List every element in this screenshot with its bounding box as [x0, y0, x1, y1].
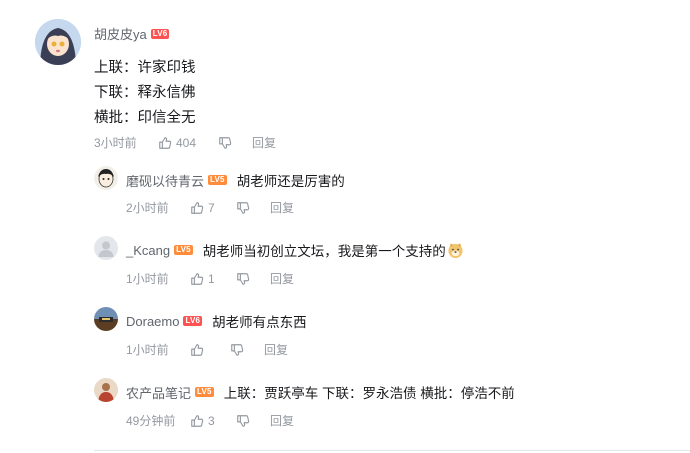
comment-meta: 1小时前 回复	[126, 341, 288, 358]
comment-time: 1小时前	[126, 343, 169, 357]
like-count: 7	[208, 200, 215, 215]
thumb-up-icon	[191, 272, 204, 285]
avatar[interactable]	[35, 19, 81, 65]
dislike-button[interactable]	[236, 414, 270, 428]
reply-item: _Kcang LV5 胡老师当初创立文坛，我是第一个支持的	[126, 240, 464, 260]
comment-time: 3小时前	[94, 136, 137, 150]
reply-button[interactable]: 回复	[270, 270, 294, 287]
dislike-button[interactable]	[236, 272, 270, 286]
reply-text: 胡老师当初创立文坛，我是第一个支持的	[202, 244, 446, 259]
comment-time: 49分钟前	[126, 414, 176, 428]
like-button[interactable]: 3	[190, 414, 236, 428]
like-button[interactable]	[190, 343, 230, 357]
dislike-button[interactable]	[236, 201, 270, 215]
comment-meta: 2小时前 7 回复	[126, 199, 294, 216]
doge-emoji-icon	[448, 242, 463, 258]
avatar[interactable]	[94, 378, 118, 402]
level-badge: LV5	[195, 387, 214, 397]
level-badge: LV5	[174, 245, 193, 255]
comment-line: 横批：印信全无	[94, 110, 196, 126]
comment-meta: 3小时前 404 回复	[94, 134, 276, 151]
thumb-up-icon	[159, 136, 172, 149]
like-button[interactable]: 404	[158, 136, 218, 150]
thumb-up-icon	[191, 343, 204, 356]
username[interactable]: 胡皮皮ya	[94, 24, 147, 43]
comment-meta: 1小时前 1 回复	[126, 270, 294, 287]
level-badge: LV6	[150, 28, 170, 39]
comment-time: 1小时前	[126, 272, 169, 286]
reply-button[interactable]: 回复	[270, 199, 294, 216]
thumb-up-icon	[191, 414, 204, 427]
like-count: 404	[176, 135, 197, 150]
username[interactable]: Doraemo	[126, 314, 179, 329]
dislike-button[interactable]	[230, 343, 264, 357]
reply-text: 上联：贾跃亭车 下联：罗永浩债 横批：停浩不前	[223, 386, 515, 401]
thumb-down-icon	[237, 201, 250, 214]
reply-text: 胡老师还是厉害的	[236, 174, 345, 189]
thumb-down-icon	[231, 343, 244, 356]
like-button[interactable]: 7	[190, 201, 236, 215]
avatar[interactable]	[94, 166, 118, 190]
reply-text: 胡老师有点东西	[212, 315, 307, 330]
divider	[94, 450, 690, 451]
thumb-down-icon	[219, 136, 232, 149]
comment-author: 胡皮皮ya LV6	[94, 24, 170, 43]
thumb-down-icon	[237, 414, 250, 427]
avatar[interactable]	[94, 236, 118, 260]
comment-line: 上联：许家印钱	[94, 60, 196, 76]
reply-button[interactable]: 回复	[252, 134, 276, 151]
like-count: 3	[208, 413, 215, 428]
username[interactable]: 磨砚以待青云	[126, 171, 204, 190]
avatar[interactable]	[94, 307, 118, 331]
reply-button[interactable]: 回复	[264, 341, 288, 358]
dislike-button[interactable]	[218, 136, 252, 150]
username[interactable]: 农产品笔记	[126, 383, 191, 402]
comment-meta: 49分钟前 3 回复	[126, 412, 294, 429]
reply-item: 磨砚以待青云 LV5 胡老师还是厉害的	[126, 170, 345, 190]
username[interactable]: _Kcang	[126, 243, 170, 258]
comment-time: 2小时前	[126, 201, 169, 215]
like-button[interactable]: 1	[190, 272, 236, 286]
thumb-up-icon	[191, 201, 204, 214]
comment-line: 下联：释永信佛	[94, 85, 196, 101]
like-count: 1	[208, 271, 215, 286]
level-badge: LV6	[183, 316, 203, 326]
reply-item: Doraemo LV6 胡老师有点东西	[126, 311, 307, 331]
level-badge: LV5	[208, 175, 227, 185]
reply-item: 农产品笔记 LV5 上联：贾跃亭车 下联：罗永浩债 横批：停浩不前	[126, 382, 515, 402]
thumb-down-icon	[237, 272, 250, 285]
reply-button[interactable]: 回复	[270, 412, 294, 429]
